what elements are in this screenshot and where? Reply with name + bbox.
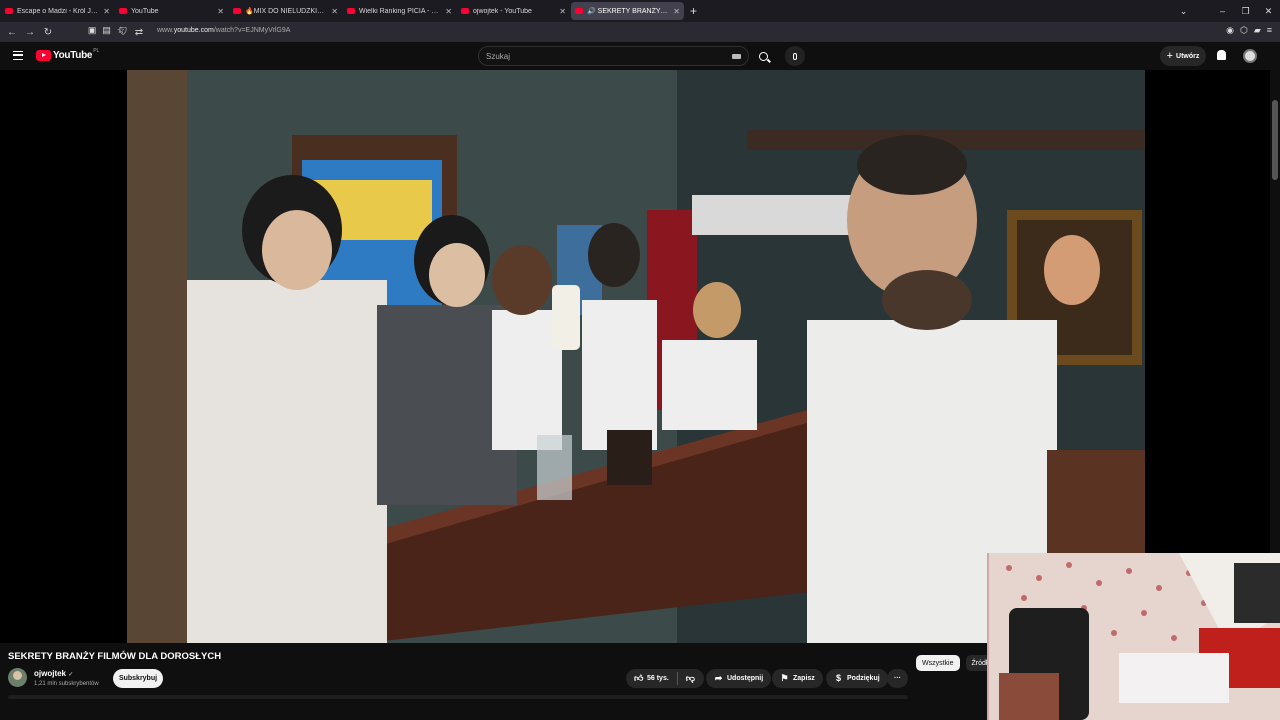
- save-icon: ⚑: [780, 673, 789, 683]
- plus-icon: +: [1166, 50, 1174, 62]
- reload-icon[interactable]: ↻: [39, 27, 57, 38]
- share-button[interactable]: ➦ Udostępnij: [706, 669, 772, 688]
- like-icon[interactable]: 👍︎: [634, 674, 643, 683]
- channel-name[interactable]: ojwojtek ✓: [34, 669, 73, 678]
- tab-close-icon[interactable]: ✕: [673, 7, 680, 16]
- back-icon[interactable]: ←: [3, 27, 21, 38]
- browser-tab-2[interactable]: YouTube ✕: [115, 2, 228, 20]
- extension-badge-icon[interactable]: ▰: [1254, 25, 1261, 36]
- tab-close-icon[interactable]: ✕: [103, 7, 110, 16]
- divider: [676, 672, 678, 685]
- like-dislike-group: 👍︎ 56 tys. 👎︎: [626, 669, 704, 688]
- account-icon[interactable]: ◉: [1226, 25, 1234, 36]
- youtube-logo[interactable]: YouTube PL: [36, 48, 99, 61]
- forward-icon[interactable]: →: [21, 27, 39, 38]
- more-icon: ···: [894, 675, 901, 682]
- search-icon: [758, 51, 768, 61]
- reader-icon[interactable]: ▣: [88, 25, 97, 36]
- keyboard-icon[interactable]: [732, 54, 741, 59]
- thanks-icon: $: [835, 673, 841, 683]
- save-button[interactable]: ⚑ Zapisz: [772, 669, 823, 688]
- more-actions-button[interactable]: ···: [887, 669, 908, 688]
- browser-tab-4[interactable]: Wielki Ranking PICIA - CZEGO N✕: [343, 2, 456, 20]
- like-count[interactable]: 56 tys.: [647, 675, 669, 682]
- tab-list-icon[interactable]: ⌄: [1172, 6, 1195, 17]
- verified-icon: ✓: [68, 672, 74, 678]
- youtube-favicon-icon: [347, 8, 355, 14]
- share-icon: ➦: [714, 673, 723, 683]
- webcam-scene: [989, 553, 1280, 720]
- description-box-edge: [8, 695, 908, 699]
- browser-tab-6-active[interactable]: 🔊 SEKRETY BRANŻY FILMÓW✕: [571, 2, 684, 20]
- tab-close-icon[interactable]: ✕: [331, 7, 338, 16]
- pip-icon[interactable]: ▤: [102, 25, 111, 36]
- webcam-overlay-image: [987, 553, 1280, 720]
- restore-icon[interactable]: ❐: [1234, 6, 1257, 17]
- tab-close-icon[interactable]: ✕: [445, 7, 452, 16]
- thanks-button[interactable]: $ Podziękuj: [826, 669, 888, 688]
- subscriber-count: 1,21 mln subskrybentów: [34, 681, 99, 687]
- browser-nav-bar: ← → ↻ ⛉ ⇄ www.youtube.com/watch?v=EJNMyV…: [0, 22, 1280, 42]
- close-window-icon[interactable]: ✕: [1257, 6, 1280, 17]
- youtube-favicon-icon: [461, 8, 469, 14]
- youtube-favicon-icon: [119, 8, 127, 14]
- browser-tab-5[interactable]: ojwojtek - YouTube ✕: [457, 2, 570, 20]
- permissions-icon[interactable]: ⇄: [130, 27, 148, 38]
- new-tab-button[interactable]: +: [690, 4, 697, 18]
- extensions-icon[interactable]: ⬡: [1240, 25, 1248, 36]
- window-controls: ⌄ – ❐ ✕: [1172, 0, 1280, 22]
- bell-icon[interactable]: [1217, 50, 1226, 60]
- browser-menu-icon[interactable]: ≡: [1267, 25, 1272, 36]
- tab-close-icon[interactable]: ✕: [559, 7, 566, 16]
- browser-tab-bar: Escape o Madzi - Król Julian & I✕ YouTub…: [0, 0, 1280, 22]
- search-box: [478, 46, 749, 66]
- dislike-icon[interactable]: 👎︎: [686, 674, 695, 683]
- mic-icon: [793, 52, 797, 60]
- youtube-header: YouTube PL +Utwórz: [0, 42, 1280, 70]
- subscribe-button[interactable]: Subskrybuj: [113, 669, 163, 688]
- youtube-favicon-icon: [575, 8, 583, 14]
- address-actions: ▣ ▤ ☆: [88, 25, 125, 36]
- toolbar-extensions: ◉ ⬡ ▰ ≡: [1226, 25, 1272, 36]
- youtube-favicon-icon: [5, 8, 13, 14]
- search-input[interactable]: [486, 52, 726, 61]
- tab-close-icon[interactable]: ✕: [217, 7, 224, 16]
- filter-chip-all[interactable]: Wszystkie: [916, 655, 960, 671]
- bookmark-star-icon[interactable]: ☆: [117, 25, 125, 36]
- search-button[interactable]: [753, 46, 773, 66]
- browser-tab-1[interactable]: Escape o Madzi - Król Julian & I✕: [1, 2, 114, 20]
- menu-icon[interactable]: [13, 51, 23, 60]
- browser-tab-3[interactable]: 🔥MIX DO NIELUDZKIEJ PRACY✕: [229, 2, 342, 20]
- youtube-favicon-icon: [233, 8, 241, 14]
- scrollbar-thumb[interactable]: [1272, 100, 1278, 180]
- youtube-play-icon: [36, 50, 51, 61]
- voice-search-button[interactable]: [785, 46, 805, 66]
- create-button[interactable]: + Utwórz: [1160, 46, 1206, 66]
- minimize-icon[interactable]: –: [1211, 6, 1234, 16]
- channel-avatar[interactable]: [8, 668, 27, 687]
- related-filter-chips: Wszystkie Źródło: [916, 655, 998, 671]
- address-bar[interactable]: www.youtube.com/watch?v=EJNMyVrlG9A: [157, 27, 290, 34]
- avatar[interactable]: [1243, 49, 1257, 63]
- video-title: SEKRETY BRANŻY FILMÓW DLA DOROSŁYCH: [8, 651, 222, 662]
